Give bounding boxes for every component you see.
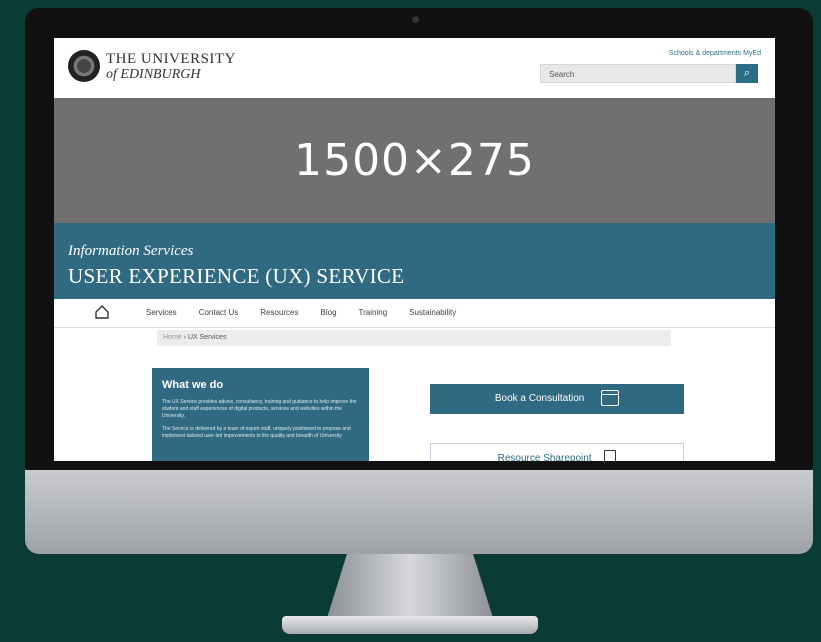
resource-sharepoint-label: Resource Sharepoint — [497, 453, 592, 461]
service-title-bar: Information Services USER EXPERIENCE (UX… — [54, 223, 775, 299]
monitor-base — [282, 616, 538, 634]
monitor-chin — [25, 470, 813, 554]
resource-sharepoint-button[interactable]: Resource Sharepoint — [430, 443, 684, 461]
search-input[interactable]: Search — [540, 64, 736, 83]
what-we-do-para1: The UX Service provides advice, consulta… — [162, 399, 357, 419]
what-we-do-panel: What we do The UX Service provides advic… — [152, 368, 369, 461]
book-consultation-label: Book a Consultation — [494, 393, 585, 404]
monitor-camera — [412, 16, 419, 23]
university-name-line2: of EDINBURGH — [106, 67, 201, 82]
service-title: USER EXPERIENCE (UX) SERVICE — [68, 264, 405, 288]
nav-item-training[interactable]: Training — [359, 299, 388, 327]
calendar-icon — [601, 390, 620, 407]
monitor-stand — [327, 554, 493, 618]
nav-item-resources[interactable]: Resources — [260, 299, 298, 327]
breadcrumb: Home › UX Services — [157, 330, 671, 346]
site-header: THE UNIVERSITY of EDINBURGH Schools & de… — [54, 38, 775, 98]
what-we-do-heading: What we do — [162, 379, 224, 391]
university-crest-icon[interactable] — [68, 50, 100, 82]
nav-item-services[interactable]: Services — [146, 299, 177, 327]
nav-item-sustainability[interactable]: Sustainability — [409, 299, 456, 327]
main-nav: Services Contact Us Resources Blog Train… — [54, 299, 775, 328]
breadcrumb-current: UX Services — [187, 334, 227, 341]
what-we-do-para2: The Service is delivered by a team of ex… — [162, 426, 351, 439]
university-logo-text[interactable]: THE UNIVERSITY of EDINBURGH — [106, 51, 236, 83]
banner-placeholder: 1500×275 — [54, 98, 775, 223]
document-icon — [604, 450, 617, 461]
nav-item-blog[interactable]: Blog — [321, 299, 337, 327]
university-name-line1: THE UNIVERSITY — [106, 51, 236, 67]
breadcrumb-home[interactable]: Home — [163, 334, 182, 341]
search-icon: ⌕ — [743, 67, 751, 79]
nav-item-contact[interactable]: Contact Us — [199, 299, 239, 327]
home-icon[interactable] — [94, 304, 110, 320]
search-button[interactable]: ⌕ — [736, 64, 758, 83]
book-consultation-button[interactable]: Book a Consultation — [430, 384, 684, 414]
service-subtitle: Information Services — [68, 243, 194, 259]
screen: THE UNIVERSITY of EDINBURGH Schools & de… — [54, 38, 775, 461]
top-links[interactable]: Schools & departments MyEd — [669, 50, 761, 57]
breadcrumb-separator: › — [183, 334, 186, 341]
